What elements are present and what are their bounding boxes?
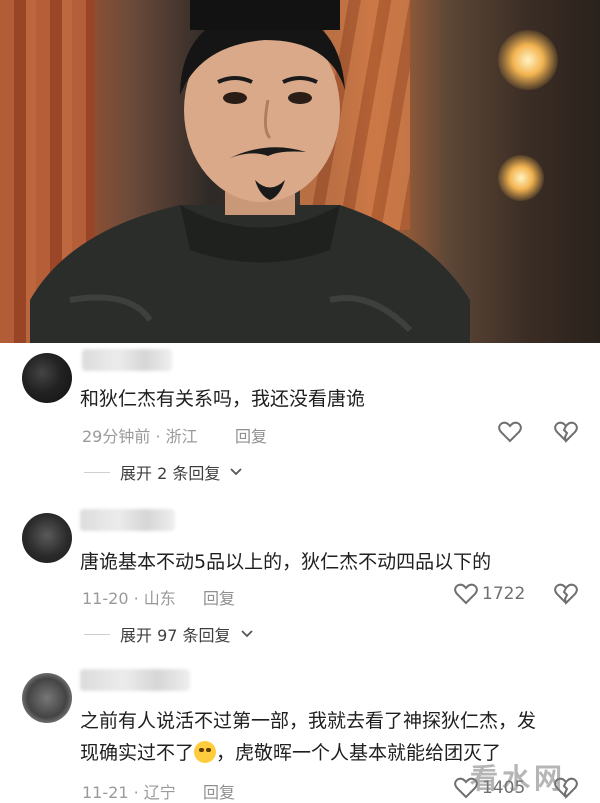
reply-button[interactable]: 回复 bbox=[235, 423, 267, 447]
avatar[interactable] bbox=[22, 353, 72, 403]
comment-2: 唐诡基本不动5品以上的，狄仁杰不动四品以下的 11-20 · 山东 回复 172… bbox=[0, 505, 600, 655]
comment-text-part-b: ，虎敬晖一个人基本就能给团灭了 bbox=[216, 742, 502, 764]
expand-label: 展开 2 条回复 bbox=[120, 464, 221, 483]
comment-text-part-a: 现确实过不了 bbox=[80, 742, 195, 764]
avatar[interactable] bbox=[22, 513, 72, 563]
watermark: 看水网 bbox=[470, 762, 567, 795]
comment-meta: 29分钟前 · 浙江 bbox=[82, 427, 198, 446]
chevron-down-icon bbox=[230, 468, 242, 476]
candle-light bbox=[498, 155, 544, 201]
expand-replies[interactable]: 展开 2 条回复 bbox=[84, 460, 242, 484]
reply-button[interactable]: 回复 bbox=[203, 585, 235, 609]
broken-heart-icon bbox=[554, 583, 578, 605]
comment-text: 唐诡基本不动5品以上的，狄仁杰不动四品以下的 bbox=[80, 551, 492, 573]
divider-line bbox=[84, 471, 110, 473]
like-button[interactable] bbox=[498, 421, 526, 443]
crying-laughing-emoji bbox=[194, 741, 217, 763]
reply-button[interactable]: 回复 bbox=[203, 779, 235, 803]
like-count: 1722 bbox=[482, 584, 526, 604]
comment-text: 和狄仁杰有关系吗，我还没看唐诡 bbox=[80, 388, 366, 410]
comment-text-line-1: 之前有人说活不过第一部，我就去看了神探狄仁杰，发 bbox=[80, 710, 537, 732]
like-button[interactable]: 1722 bbox=[454, 583, 525, 605]
lantern-light bbox=[498, 30, 558, 90]
broken-heart-icon bbox=[554, 421, 578, 443]
comment-meta: 11-20 · 山东 bbox=[82, 589, 176, 608]
divider-line bbox=[84, 633, 110, 635]
heart-outline-icon bbox=[454, 583, 478, 605]
username-blurred[interactable] bbox=[82, 349, 172, 371]
username-blurred[interactable] bbox=[80, 509, 175, 531]
chevron-down-icon bbox=[240, 630, 253, 638]
comment-meta: 11-21 · 辽宁 bbox=[82, 783, 176, 802]
dislike-button[interactable] bbox=[554, 421, 578, 447]
comment-1: 和狄仁杰有关系吗，我还没看唐诡 29分钟前 · 浙江 回复 展开 2 条回复 bbox=[0, 343, 600, 493]
actor-figure bbox=[30, 0, 470, 343]
expand-label: 展开 97 条回复 bbox=[120, 626, 231, 645]
dislike-button[interactable] bbox=[554, 583, 578, 609]
expand-replies[interactable]: 展开 97 条回复 bbox=[84, 622, 253, 646]
username-blurred[interactable] bbox=[80, 669, 190, 691]
heart-outline-icon bbox=[498, 421, 522, 443]
video-still[interactable] bbox=[0, 0, 600, 343]
avatar[interactable] bbox=[22, 673, 72, 723]
